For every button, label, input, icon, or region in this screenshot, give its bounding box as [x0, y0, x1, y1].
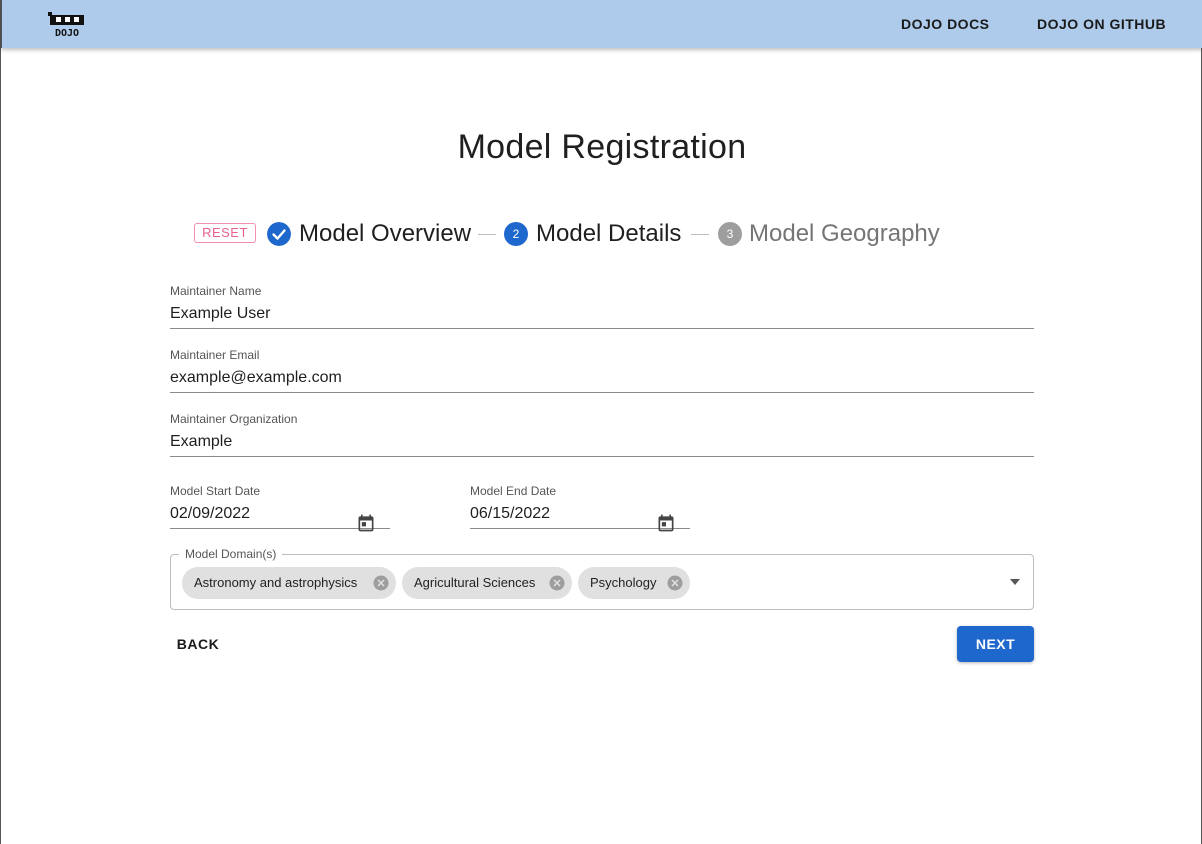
model-domains-label: Model Domain(s)	[179, 547, 283, 561]
domain-chip-label: Astronomy and astrophysics	[194, 575, 358, 590]
chevron-down-icon[interactable]	[1009, 577, 1021, 587]
step-2-badge: 2	[504, 222, 528, 246]
back-button[interactable]: BACK	[170, 626, 226, 662]
step-3-badge: 3	[718, 222, 742, 246]
maintainer-org-input[interactable]: Example	[170, 427, 1034, 457]
maintainer-email-field: Maintainer Email example@example.com	[170, 347, 1034, 393]
maintainer-name-input[interactable]: Example User	[170, 299, 1034, 329]
step-connector	[478, 234, 496, 235]
step-model-geography[interactable]: Model Geography	[749, 218, 940, 250]
nav-dojo-docs[interactable]: DOJO DOCS	[901, 16, 990, 32]
maintainer-email-input[interactable]: example@example.com	[170, 363, 1034, 393]
svg-text:DOJO: DOJO	[55, 28, 79, 39]
maintainer-name-field: Maintainer Name Example User	[170, 283, 1034, 329]
calendar-icon[interactable]	[656, 513, 676, 533]
maintainer-email-label: Maintainer Email	[170, 348, 260, 362]
maintainer-name-label: Maintainer Name	[170, 284, 262, 298]
app-bar: DOJO DOJO DOCS DOJO ON GITHUB	[1, 0, 1202, 48]
maintainer-org-field: Maintainer Organization Example	[170, 411, 1034, 457]
model-start-date-field: Model Start Date 02/09/2022	[170, 483, 390, 532]
model-domains-select[interactable]: Model Domain(s) Astronomy and astrophysi…	[170, 547, 1034, 610]
domain-chip[interactable]: Psychology	[578, 567, 690, 599]
next-button[interactable]: NEXT	[957, 626, 1034, 662]
domain-chip[interactable]: Agricultural Sciences	[402, 567, 572, 599]
page-title: Model Registration	[457, 128, 747, 166]
close-circle-icon[interactable]	[372, 574, 390, 592]
nav-dojo-github[interactable]: DOJO ON GITHUB	[1037, 16, 1166, 32]
close-circle-icon[interactable]	[548, 574, 566, 592]
domain-chip[interactable]: Astronomy and astrophysics	[182, 567, 396, 599]
check-circle-icon	[267, 222, 291, 246]
domain-chip-label: Agricultural Sciences	[414, 575, 536, 590]
model-end-date-field: Model End Date 06/15/2022	[470, 483, 690, 532]
dojo-logo-icon[interactable]: DOJO	[46, 8, 86, 40]
step-model-overview[interactable]: Model Overview	[299, 218, 471, 250]
domain-chip-label: Psychology	[590, 575, 657, 590]
model-end-date-label: Model End Date	[470, 484, 557, 498]
step-model-details[interactable]: Model Details	[536, 218, 681, 250]
step-connector	[691, 234, 709, 235]
reset-button[interactable]: RESET	[194, 223, 256, 243]
maintainer-org-label: Maintainer Organization	[170, 412, 298, 426]
close-circle-icon[interactable]	[666, 574, 684, 592]
calendar-icon[interactable]	[356, 513, 376, 533]
model-start-date-label: Model Start Date	[170, 484, 261, 498]
